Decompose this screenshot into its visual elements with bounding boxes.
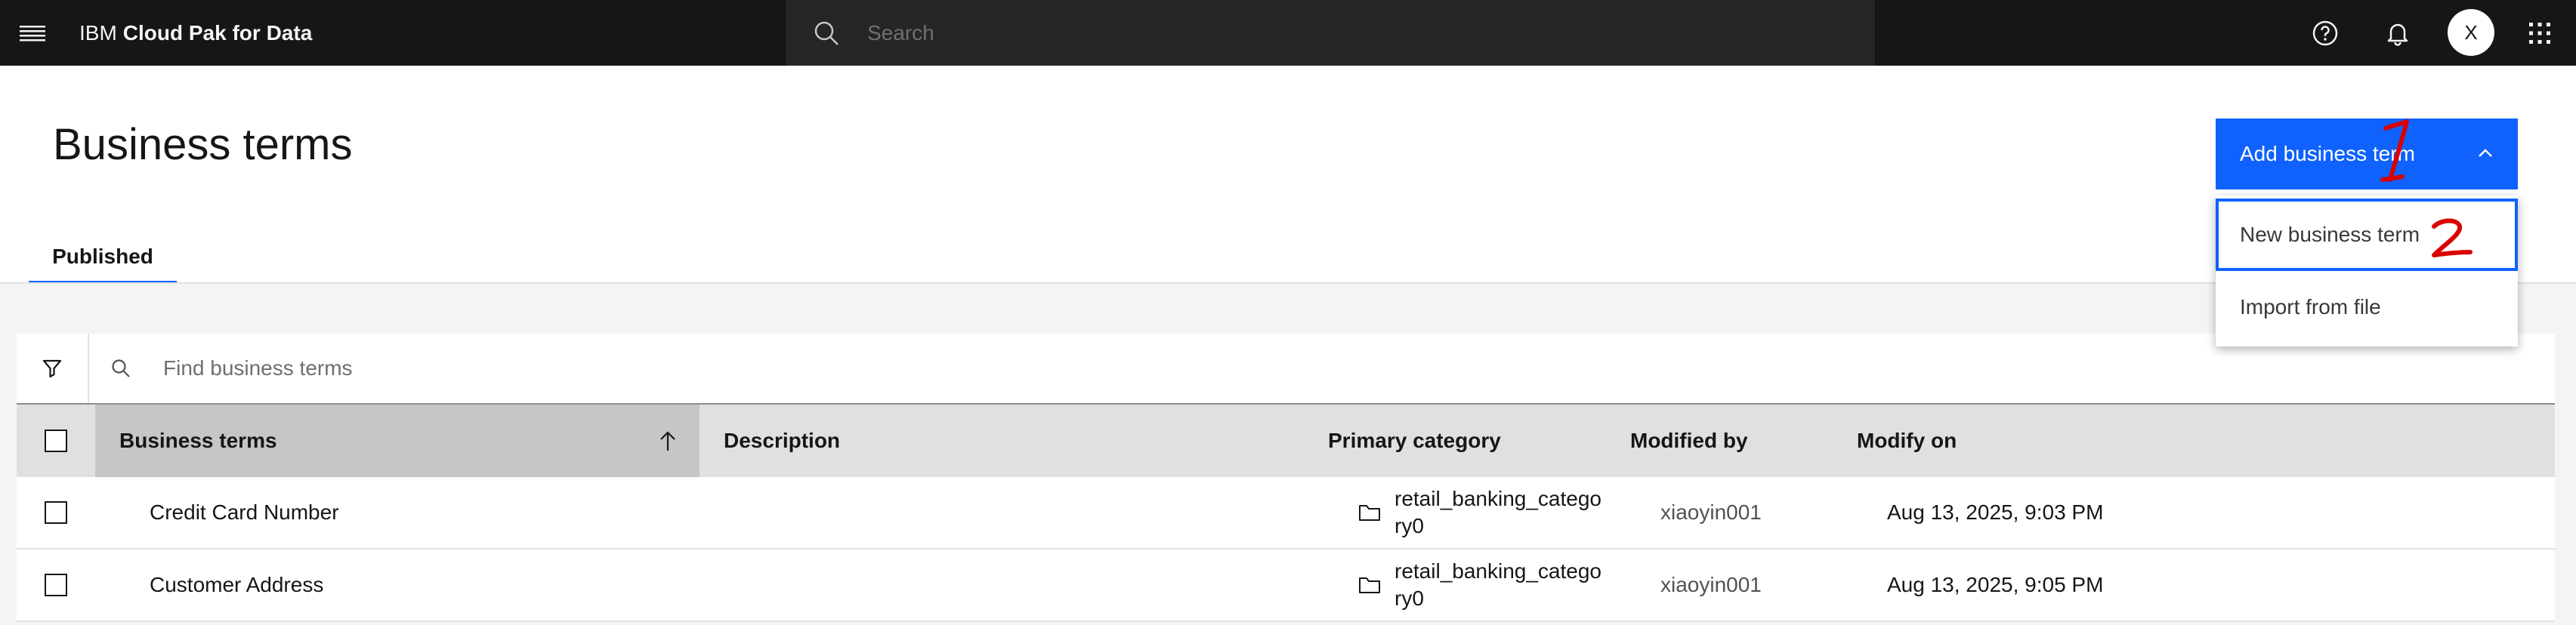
modified-by: xiaoyin001 — [1660, 500, 1762, 524]
product-name[interactable]: IBM Cloud Pak for Data — [65, 0, 786, 66]
column-header-modify-on[interactable]: Modify on — [1857, 405, 2159, 477]
folder-icon — [1359, 577, 1380, 593]
app-switcher-button[interactable] — [2503, 0, 2576, 66]
modified-on: Aug 13, 2025, 9:03 PM — [1887, 500, 2104, 524]
brand-label: IBM — [79, 20, 117, 45]
term-name[interactable]: Customer Address — [150, 550, 323, 620]
column-header-primary-category[interactable]: Primary category — [1328, 405, 1630, 477]
table-row[interactable]: Customer Address retail_banking_category… — [17, 550, 2555, 622]
column-label: Modify on — [1857, 429, 1957, 452]
chevron-up-icon — [2479, 149, 2492, 157]
column-header-modified-by[interactable]: Modified by — [1630, 405, 1857, 477]
primary-category-cell: retail_banking_category0 — [1358, 477, 1606, 548]
column-label: Business terms — [119, 429, 277, 452]
row-checkbox[interactable] — [45, 574, 67, 596]
row-select-cell — [17, 550, 95, 620]
modified-on: Aug 13, 2025, 9:05 PM — [1887, 573, 2104, 596]
hamburger-menu-button[interactable] — [0, 0, 65, 66]
global-search-input[interactable] — [867, 0, 1875, 66]
folder-icon — [1359, 505, 1380, 521]
add-business-term-button[interactable]: Add business term — [2216, 119, 2518, 189]
table-toolbar — [17, 334, 2555, 405]
find-business-terms — [89, 334, 2555, 403]
page-title: Business terms — [53, 120, 353, 169]
category-link[interactable]: retail_banking_category0 — [1395, 485, 1606, 540]
filter-button[interactable] — [17, 334, 89, 403]
row-select-cell — [17, 477, 95, 548]
help-button[interactable] — [2289, 0, 2361, 66]
find-business-terms-input[interactable] — [153, 334, 2555, 403]
search-icon — [786, 0, 867, 66]
select-all-cell — [17, 405, 95, 477]
hamburger-menu-icon — [20, 25, 45, 41]
term-name[interactable]: Credit Card Number — [150, 477, 339, 548]
search-icon — [89, 334, 153, 403]
filter-icon — [42, 359, 62, 378]
table-row[interactable]: Credit Card Number retail_banking_catego… — [17, 477, 2555, 550]
select-all-checkbox[interactable] — [45, 429, 67, 452]
table-header: Business terms Description Primary categ… — [17, 405, 2555, 477]
app-switcher-icon — [2529, 22, 2550, 44]
column-label: Modified by — [1630, 429, 1748, 452]
notifications-button[interactable] — [2361, 0, 2434, 66]
tab-published[interactable]: Published — [29, 232, 177, 284]
annotation-number-1 — [2380, 119, 2409, 182]
primary-category-cell: retail_banking_category0 — [1358, 550, 1606, 620]
column-label: Primary category — [1328, 429, 1501, 452]
column-label: Description — [724, 429, 841, 452]
annotation-number-2 — [2432, 218, 2473, 257]
top-header: IBM Cloud Pak for Data X — [0, 0, 2576, 66]
column-header-description[interactable]: Description — [724, 405, 1328, 477]
user-avatar[interactable]: X — [2448, 9, 2494, 56]
category-link[interactable]: retail_banking_category0 — [1395, 558, 1606, 612]
row-checkbox[interactable] — [45, 501, 67, 524]
menu-item-import-from-file[interactable]: Import from file — [2216, 271, 2518, 343]
help-icon — [2312, 20, 2338, 45]
notification-icon — [2387, 23, 2408, 46]
global-search — [786, 0, 1875, 66]
sort-ascending-icon — [660, 431, 675, 451]
modified-by: xiaoyin001 — [1660, 573, 1762, 596]
column-header-business-terms[interactable]: Business terms — [95, 405, 700, 477]
product-label: Cloud Pak for Data — [122, 20, 313, 45]
